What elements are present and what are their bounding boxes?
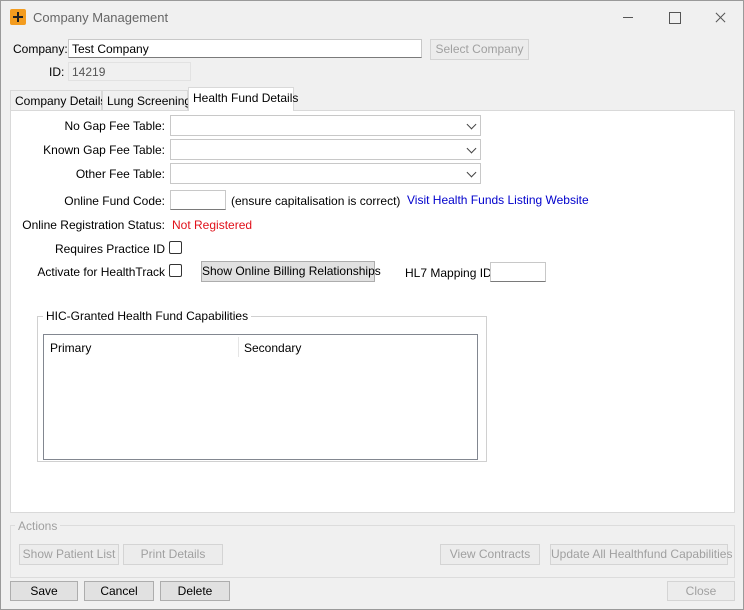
column-header-secondary[interactable]: Secondary: [238, 335, 438, 359]
no-gap-fee-table-select[interactable]: [170, 115, 481, 136]
delete-button[interactable]: Delete: [160, 581, 230, 601]
app-plus-icon: [10, 9, 26, 25]
capabilities-group-title: HIC-Granted Health Fund Capabilities: [43, 309, 252, 323]
registration-status-label: Online Registration Status:: [22, 218, 165, 232]
minimize-icon[interactable]: [605, 1, 651, 33]
chevron-down-icon: [466, 167, 477, 178]
chevron-down-icon: [466, 143, 477, 154]
other-fee-table-select[interactable]: [170, 163, 481, 184]
registration-status-value: Not Registered: [172, 218, 253, 232]
capitalisation-note: (ensure capitalisation is correct): [231, 194, 401, 208]
known-gap-fee-table-select[interactable]: [170, 139, 481, 160]
cancel-button[interactable]: Cancel: [84, 581, 154, 601]
tab-company-details[interactable]: Company Details: [10, 90, 106, 110]
hl7-mapping-id-field[interactable]: [490, 262, 546, 282]
column-header-primary[interactable]: Primary: [44, 335, 238, 359]
actions-group-title: Actions: [15, 519, 61, 533]
actions-group: Actions Show Patient List Print Details …: [10, 519, 735, 578]
no-gap-fee-table-label: No Gap Fee Table:: [64, 119, 165, 133]
company-management-window: Company Management Company: Test Company…: [0, 0, 744, 610]
online-fund-code-label: Online Fund Code:: [64, 194, 165, 208]
id-label: ID:: [49, 65, 65, 79]
id-field: 14219: [68, 62, 191, 81]
tab-health-fund-details[interactable]: Health Fund Details: [188, 87, 298, 111]
company-field[interactable]: Test Company: [68, 39, 422, 58]
title-bar: Company Management: [1, 1, 743, 33]
known-gap-fee-table-label: Known Gap Fee Table:: [43, 143, 165, 157]
window-title: Company Management: [33, 10, 169, 25]
maximize-icon[interactable]: [651, 1, 697, 33]
requires-practice-id-label: Requires Practice ID: [54, 242, 165, 256]
chevron-down-icon: [466, 119, 477, 130]
activate-healthtrack-checkbox[interactable]: [169, 264, 182, 277]
health-fund-details-panel: No Gap Fee Table: Known Gap Fee Table: O…: [10, 110, 735, 513]
online-fund-code-field[interactable]: [170, 190, 226, 210]
show-online-billing-relationships-button[interactable]: Show Online Billing Relationships: [201, 261, 381, 282]
view-contracts-button[interactable]: View Contracts: [440, 544, 540, 565]
capabilities-list[interactable]: Primary Secondary: [43, 334, 478, 460]
select-company-button[interactable]: Select Company: [430, 39, 529, 60]
other-fee-table-label: Other Fee Table:: [75, 167, 165, 181]
tab-lung-screening[interactable]: Lung Screening: [102, 90, 191, 110]
close-button[interactable]: Close: [667, 581, 735, 601]
save-button[interactable]: Save: [10, 581, 78, 601]
capabilities-group: HIC-Granted Health Fund Capabilities Pri…: [37, 309, 487, 462]
update-all-healthfund-capabilities-button[interactable]: Update All Healthfund Capabilities: [550, 544, 732, 565]
hl7-mapping-id-label: HL7 Mapping ID:: [405, 266, 496, 280]
show-patient-list-button[interactable]: Show Patient List: [19, 544, 119, 565]
company-label: Company:: [13, 42, 68, 56]
close-window-icon[interactable]: [697, 1, 743, 33]
activate-healthtrack-label: Activate for HealthTrack: [37, 265, 165, 279]
print-details-button[interactable]: Print Details: [123, 544, 223, 565]
visit-health-funds-link[interactable]: Visit Health Funds Listing Website: [407, 193, 589, 207]
requires-practice-id-checkbox[interactable]: [169, 241, 182, 254]
